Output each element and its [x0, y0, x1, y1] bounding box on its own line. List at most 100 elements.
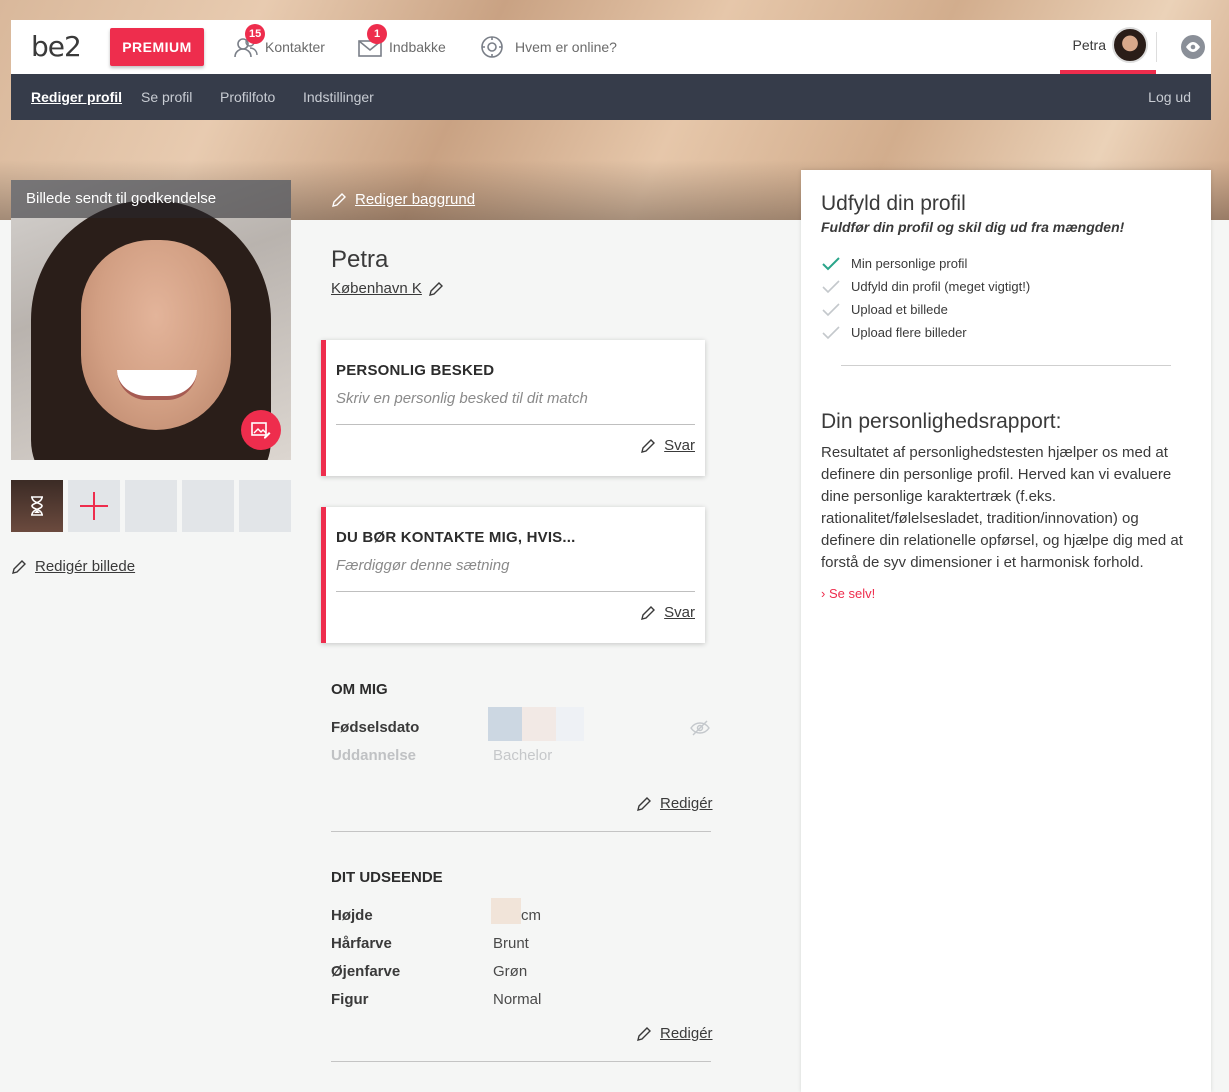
- check-pending-icon: [822, 325, 840, 339]
- hidden-eye-icon[interactable]: [690, 720, 710, 741]
- checklist-item[interactable]: Upload flere billeder: [821, 325, 967, 340]
- profile-city[interactable]: København K: [331, 280, 444, 297]
- birthdate-label: Fødselsdato: [331, 719, 420, 736]
- pencil-icon: [428, 281, 443, 296]
- profile-name: Petra: [331, 246, 389, 273]
- edit-about-link[interactable]: Redigér: [636, 795, 713, 812]
- topbar-divider: [1156, 32, 1157, 62]
- checklist-label: Min personlige profil: [851, 256, 968, 271]
- edit-background-link[interactable]: Rediger baggrund: [331, 191, 475, 208]
- add-photo-button[interactable]: [68, 480, 120, 532]
- hair-color-label: Hårfarve: [331, 935, 392, 952]
- pencil-icon: [12, 559, 26, 574]
- birthdate-value-hidden: [556, 707, 584, 741]
- edit-appearance-link[interactable]: Redigér: [636, 1025, 713, 1042]
- reply-label: Svar: [664, 437, 695, 454]
- empty-photo-slot[interactable]: [125, 480, 177, 532]
- mail-icon: 1: [357, 24, 387, 60]
- hair-color-value: Brunt: [493, 935, 529, 952]
- education-value: Bachelor: [493, 747, 553, 764]
- edit-appearance-label: Redigér: [660, 1025, 713, 1042]
- contacts-badge: 15: [245, 24, 266, 44]
- empty-photo-slot[interactable]: [182, 480, 234, 532]
- logout-link[interactable]: Log ud: [1148, 74, 1191, 120]
- panel-divider: [841, 365, 1171, 366]
- preview-eye-icon[interactable]: [1181, 35, 1205, 59]
- pencil-icon: [637, 1026, 651, 1041]
- see-yourself-link[interactable]: › Se selv!: [821, 586, 875, 601]
- edit-about-label: Redigér: [660, 795, 713, 812]
- about-title: OM MIG: [331, 681, 388, 698]
- be2-logo[interactable]: be2: [31, 28, 87, 64]
- height-label: Højde: [331, 907, 373, 924]
- checklist-label: Upload flere billeder: [851, 325, 967, 340]
- city-label: København K: [331, 280, 422, 297]
- photo-face: [81, 240, 231, 430]
- report-description: Resultatet af personlighedstesten hjælpe…: [821, 444, 1183, 571]
- contacts-icon: 15: [233, 24, 266, 60]
- inbox-badge: 1: [367, 24, 387, 44]
- see-yourself-label: Se selv!: [828, 586, 876, 601]
- plus-icon: [80, 492, 108, 520]
- edit-photo-link[interactable]: Redigér billede: [11, 558, 135, 575]
- pencil-icon: [641, 605, 656, 620]
- edit-photo-label: Redigér billede: [35, 558, 136, 575]
- card-title: DU BØR KONTAKTE MIG, HVIS...: [336, 529, 576, 546]
- photo-thumbnails: [11, 480, 291, 532]
- subnav-indstillinger[interactable]: Indstillinger: [303, 74, 374, 120]
- check-done-icon: [822, 256, 840, 270]
- appearance-title: DIT UDSEENDE: [331, 869, 443, 886]
- premium-button[interactable]: PREMIUM: [110, 28, 204, 66]
- figure-value: Normal: [493, 991, 542, 1008]
- profile-photo[interactable]: Billede sendt til godkendelse: [11, 180, 291, 460]
- nav-kontakter[interactable]: 15 Kontakter: [233, 20, 325, 74]
- edit-background-label: Rediger baggrund: [355, 191, 476, 208]
- empty-photo-slot[interactable]: [239, 480, 291, 532]
- user-menu[interactable]: Petra: [1060, 20, 1156, 74]
- edit-photo-icon[interactable]: [241, 410, 281, 450]
- height-unit: cm: [521, 907, 541, 924]
- reply-button[interactable]: Svar: [640, 604, 695, 621]
- eye-color-value: Grøn: [493, 963, 528, 980]
- subnav-profilfoto[interactable]: Profilfoto: [220, 74, 275, 120]
- logo-text: be2: [31, 30, 82, 63]
- panel-title: Udfyld din profil: [821, 192, 966, 215]
- section-divider: [331, 831, 711, 832]
- user-name: Petra: [1072, 37, 1106, 53]
- nav-indbakke[interactable]: 1 Indbakke: [357, 20, 446, 74]
- nav-kontakter-label: Kontakter: [265, 39, 325, 55]
- pencil-icon: [637, 796, 651, 811]
- panel-subtitle: Fuldfør din profil og skil dig ud fra mæ…: [821, 219, 1125, 235]
- check-pending-icon: [822, 279, 840, 293]
- reply-label: Svar: [664, 604, 695, 621]
- checklist-item: Min personlige profil: [821, 256, 967, 271]
- user-avatar: [1112, 27, 1148, 63]
- pencil-icon: [332, 192, 346, 207]
- birthdate-value-hidden: [488, 707, 522, 741]
- chevron-right-icon: ›: [821, 586, 826, 601]
- thumbnail-pending[interactable]: [11, 480, 63, 532]
- subnav-rediger-profil[interactable]: Rediger profil: [31, 74, 122, 120]
- checklist-item[interactable]: Upload et billede: [821, 302, 948, 317]
- height-value-hidden: [491, 898, 521, 924]
- top-navigation: be2 PREMIUM 15 Kontakter 1 Indbakke Hvem…: [11, 20, 1211, 74]
- subnav-se-profil[interactable]: Se profil: [141, 74, 192, 120]
- checklist-label: Upload et billede: [851, 302, 948, 317]
- online-icon: [479, 34, 505, 60]
- hourglass-icon: [31, 496, 43, 516]
- profile-subnav: Rediger profil Se profil Profilfoto Inds…: [11, 74, 1211, 120]
- reply-button[interactable]: Svar: [640, 437, 695, 454]
- card-placeholder[interactable]: Færdiggør denne sætning: [336, 557, 509, 574]
- profile-completion-panel: Udfyld din profil Fuldfør din profil og …: [801, 170, 1211, 1092]
- pencil-icon: [641, 438, 656, 453]
- card-placeholder[interactable]: Skriv en personlig besked til dit match: [336, 390, 588, 407]
- birthdate-value-hidden: [522, 707, 556, 741]
- card-underline: [336, 591, 695, 592]
- nav-hvem-er-online[interactable]: Hvem er online?: [479, 20, 617, 74]
- report-title: Din personlighedsrapport:: [821, 410, 1062, 433]
- section-divider: [331, 1061, 711, 1062]
- checklist-label: Udfyld din profil (meget vigtigt!): [851, 279, 1031, 294]
- checklist-item[interactable]: Udfyld din profil (meget vigtigt!): [821, 279, 1030, 294]
- personal-message-card: PERSONLIG BESKED Skriv en personlig besk…: [321, 340, 705, 476]
- education-label: Uddannelse: [331, 747, 417, 764]
